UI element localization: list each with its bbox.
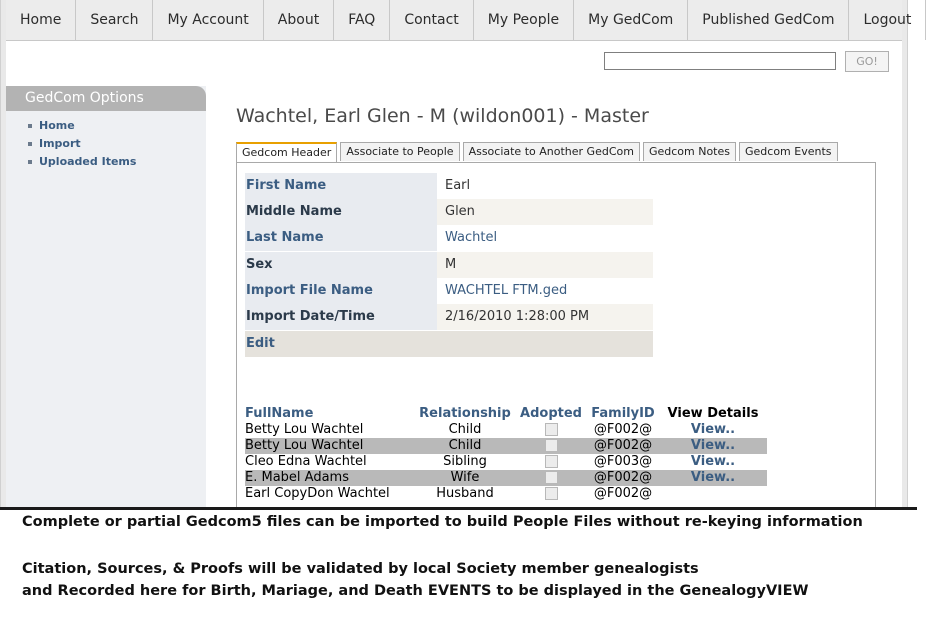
field-row-sex: Sex M: [245, 252, 653, 278]
view-details-link[interactable]: View..: [659, 470, 767, 486]
adopted-checkbox[interactable]: [544, 455, 558, 468]
sidebar-item-label: Home: [39, 119, 75, 132]
field-row-last-name: Last Name Wachtel: [245, 225, 653, 251]
nav-home[interactable]: Home: [6, 0, 77, 40]
nav-my-account[interactable]: My Account: [153, 0, 264, 40]
sidebar-item-uploaded-items[interactable]: Uploaded Items: [6, 153, 206, 171]
row-fullname: Betty Lou Wachtel: [245, 438, 364, 453]
adopted-checkbox[interactable]: [544, 423, 558, 436]
tab-associate-to-people[interactable]: Associate to People: [340, 142, 460, 161]
field-value: Earl: [437, 173, 653, 199]
table-header: FullName Relationship Adopted FamilyID V…: [245, 406, 767, 422]
row-relationship: Child: [448, 422, 482, 437]
top-navigation: Home Search My Account About FAQ Contact…: [6, 0, 927, 41]
field-value: WACHTEL FTM.ged: [437, 278, 653, 304]
table-row: Betty Lou Wachtel Child @F002@ View..: [245, 438, 767, 454]
field-label: Sex: [245, 252, 438, 278]
table-row: E. Mabel Adams Wife @F002@ View..: [245, 470, 767, 486]
adopted-checkbox-cell: [515, 486, 587, 502]
column-header-view-details: View Details: [667, 406, 759, 421]
view-details-link[interactable]: View..: [659, 454, 767, 470]
row-relationship: Husband: [436, 486, 494, 501]
adopted-checkbox[interactable]: [544, 471, 558, 484]
adopted-checkbox-cell: [515, 454, 587, 470]
adopted-checkbox-cell: [515, 470, 587, 486]
sidebar-item-home[interactable]: Home: [6, 117, 206, 135]
field-value: M: [437, 252, 653, 278]
tab-gedcom-events[interactable]: Gedcom Events: [739, 142, 838, 161]
tab-panel: First Name Earl Middle Name Glen Last Na…: [236, 162, 876, 509]
row-fullname: Betty Lou Wachtel: [245, 422, 364, 437]
row-familyid: @F002@: [593, 422, 653, 437]
row-familyid: @F002@: [593, 486, 653, 501]
sidebar-item-label: Uploaded Items: [39, 155, 137, 168]
column-header-relationship[interactable]: Relationship: [417, 406, 513, 422]
nav-contact[interactable]: Contact: [390, 0, 474, 40]
adopted-checkbox-cell: [515, 422, 587, 438]
view-details-link[interactable]: View..: [659, 422, 767, 438]
field-row-import-file-name: Import File Name WACHTEL FTM.ged: [245, 278, 653, 304]
row-familyid: @F002@: [593, 438, 653, 453]
field-row-import-date-time: Import Date/Time 2/16/2010 1:28:00 PM: [245, 304, 653, 330]
sidebar-menu: Home Import Uploaded Items: [6, 117, 206, 171]
field-label: Middle Name: [245, 199, 438, 225]
caption-line-3: and Recorded here for Birth, Mariage, an…: [22, 583, 809, 599]
field-row-first-name: First Name Earl: [245, 173, 653, 199]
search-input[interactable]: [604, 52, 836, 70]
field-value: 2/16/2010 1:28:00 PM: [437, 304, 653, 330]
edit-link[interactable]: Edit: [245, 331, 653, 357]
sidebar-title: GedCom Options: [6, 86, 206, 111]
nav-search[interactable]: Search: [76, 0, 154, 40]
tab-associate-to-another-gedcom[interactable]: Associate to Another GedCom: [462, 142, 640, 161]
field-label: Import File Name: [245, 278, 438, 304]
page-title: Wachtel, Earl Glen - M (wildon001) - Mas…: [236, 105, 649, 127]
tab-bar: Gedcom Header Associate to People Associ…: [236, 142, 841, 163]
adopted-checkbox[interactable]: [544, 439, 558, 452]
bullet-icon: [28, 142, 32, 146]
table-row: Earl CopyDon Wachtel Husband @F002@: [245, 486, 767, 502]
view-details-link[interactable]: View..: [659, 438, 767, 454]
sidebar: GedCom Options Home Import Uploaded Item…: [6, 86, 206, 508]
table-row: Betty Lou Wachtel Child @F002@ View..: [245, 422, 767, 438]
row-familyid: @F003@: [593, 454, 653, 469]
sidebar-item-label: Import: [39, 137, 81, 150]
bullet-icon: [28, 160, 32, 164]
adopted-checkbox-cell: [515, 438, 587, 454]
adopted-checkbox[interactable]: [544, 487, 558, 500]
field-value: Glen: [437, 199, 653, 225]
caption-line-1: Complete or partial Gedcom5 files can be…: [22, 514, 863, 530]
bullet-icon: [28, 124, 32, 128]
page-container: Home Search My Account About FAQ Contact…: [6, 0, 927, 509]
field-row-middle-name: Middle Name Glen: [245, 199, 653, 225]
browser-frame: Home Search My Account About FAQ Contact…: [0, 0, 927, 509]
column-header-fullname[interactable]: FullName: [245, 406, 417, 422]
caption-line-2: Citation, Sources, & Proofs will be vali…: [22, 561, 699, 577]
sidebar-item-import[interactable]: Import: [6, 135, 206, 153]
row-fullname: E. Mabel Adams: [245, 470, 349, 485]
column-header-adopted[interactable]: Adopted: [515, 406, 587, 422]
tab-gedcom-header[interactable]: Gedcom Header: [236, 142, 338, 163]
field-value: Wachtel: [437, 225, 653, 251]
caption-divider: [0, 507, 917, 510]
field-label: First Name: [245, 173, 438, 199]
row-relationship: Wife: [450, 470, 480, 485]
table-row: Cleo Edna Wachtel Sibling @F003@ View..: [245, 454, 767, 470]
nav-my-people[interactable]: My People: [474, 0, 575, 40]
tab-gedcom-notes[interactable]: Gedcom Notes: [642, 142, 736, 161]
nav-about[interactable]: About: [264, 0, 335, 40]
row-relationship: Child: [448, 438, 482, 453]
nav-faq[interactable]: FAQ: [334, 0, 391, 40]
field-label: Import Date/Time: [245, 304, 438, 330]
row-fullname: Earl CopyDon Wachtel: [245, 486, 390, 501]
relations-table: FullName Relationship Adopted FamilyID V…: [245, 406, 767, 502]
row-fullname: Cleo Edna Wachtel: [245, 454, 367, 469]
nav-my-gedcom[interactable]: My GedCom: [574, 0, 689, 40]
nav-logout[interactable]: Logout: [849, 0, 927, 40]
go-button[interactable]: GO!: [845, 51, 889, 72]
field-label: Last Name: [245, 225, 438, 251]
row-relationship: Sibling: [443, 454, 487, 469]
column-header-familyid[interactable]: FamilyID: [587, 406, 659, 422]
row-familyid: @F002@: [593, 470, 653, 485]
nav-published-gedcom[interactable]: Published GedCom: [688, 0, 850, 40]
